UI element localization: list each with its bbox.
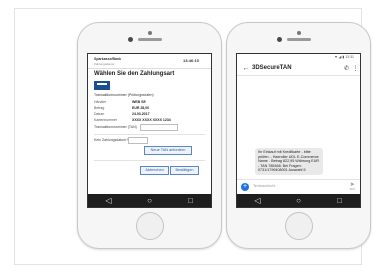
detail-value: XXXX XXXX XXXX 1234 [132, 118, 171, 122]
back-triangle-icon[interactable]: ◁ [252, 194, 264, 207]
message-input[interactable]: Textnachricht [253, 184, 275, 188]
page-title: Wählen Sie den Zahlungsart [94, 71, 175, 77]
speaker-grille [286, 38, 311, 41]
second-label: Kein Zahlungsdatum? [94, 138, 129, 142]
divider [94, 160, 205, 161]
home-button[interactable] [284, 212, 313, 240]
tan-input[interactable] [140, 124, 178, 131]
bank-logo [94, 81, 110, 90]
bank-subtitle: Zahlungsdienst [94, 62, 115, 66]
phone-call-icon[interactable]: ✆ [342, 65, 351, 72]
camera-icon [128, 37, 133, 42]
date-input[interactable] [128, 137, 148, 144]
detail-key: Kartennummer [94, 118, 118, 122]
android-nav-bar: ◁ ○ □ [88, 194, 211, 207]
android-nav-bar: ◁ ○ □ [237, 194, 360, 207]
section-label: Transaktionsnummer (Prüfungsstufen) [94, 93, 154, 97]
home-circle-icon[interactable]: ○ [144, 194, 156, 207]
confirm-button[interactable]: Bestätigen [170, 166, 199, 175]
conversation-title: 3DSecureTAN [252, 65, 292, 71]
back-triangle-icon[interactable]: ◁ [103, 194, 115, 207]
sensor-icon [296, 31, 301, 35]
more-options-icon[interactable]: ⋮ [351, 65, 360, 72]
detail-row: Kartennummer XXXX XXXX XXXX 1234 [94, 117, 204, 123]
app-bar: ← 3DSecureTAN ✆ ⋮ [237, 61, 360, 76]
sensor-icon [147, 31, 152, 35]
header-time: 13:46:10 [182, 58, 199, 63]
home-button[interactable] [135, 212, 164, 240]
recents-square-icon[interactable]: □ [334, 194, 346, 207]
message-composer: + Textnachricht ➤ SMS [237, 179, 360, 194]
recents-square-icon[interactable]: □ [185, 194, 197, 207]
tan-field-label: Transaktionsnummer (TAN) [94, 125, 137, 129]
send-label: SMS [349, 188, 355, 191]
right-screen: ▼ ◢ ▮ 13:31 ← 3DSecureTAN ✆ ⋮ Ihr Einkau… [236, 53, 361, 208]
left-phone: Sparkasse/Bank Zahlungsdienst 13:46:10 W… [77, 22, 222, 249]
divider [94, 134, 205, 135]
bank-name: Sparkasse/Bank [94, 57, 122, 61]
transaction-details: Händler WEB SE Betrag EUR 28,00 Datum 24.03… [94, 99, 204, 123]
request-tan-button[interactable]: Neue TAN anfordern [144, 146, 192, 155]
home-circle-icon[interactable]: ○ [293, 194, 305, 207]
bank-header: Sparkasse/Bank Zahlungsdienst 13:46:10 [88, 54, 211, 69]
left-screen: Sparkasse/Bank Zahlungsdienst 13:46:10 W… [87, 53, 212, 208]
back-arrow-icon[interactable]: ← [240, 65, 252, 72]
right-phone: ▼ ◢ ▮ 13:31 ← 3DSecureTAN ✆ ⋮ Ihr Einkau… [226, 22, 371, 249]
add-attachment-icon[interactable]: + [241, 183, 249, 191]
speaker-grille [137, 38, 162, 41]
send-button[interactable]: ➤ SMS [349, 182, 355, 191]
camera-icon [277, 37, 282, 42]
sms-message: Ihr Einkauf mit Kreditkarte - bitte prüf… [255, 148, 323, 175]
status-bar: ▼ ◢ ▮ 13:31 [237, 54, 360, 61]
cancel-button[interactable]: Abbrechen [140, 166, 169, 175]
